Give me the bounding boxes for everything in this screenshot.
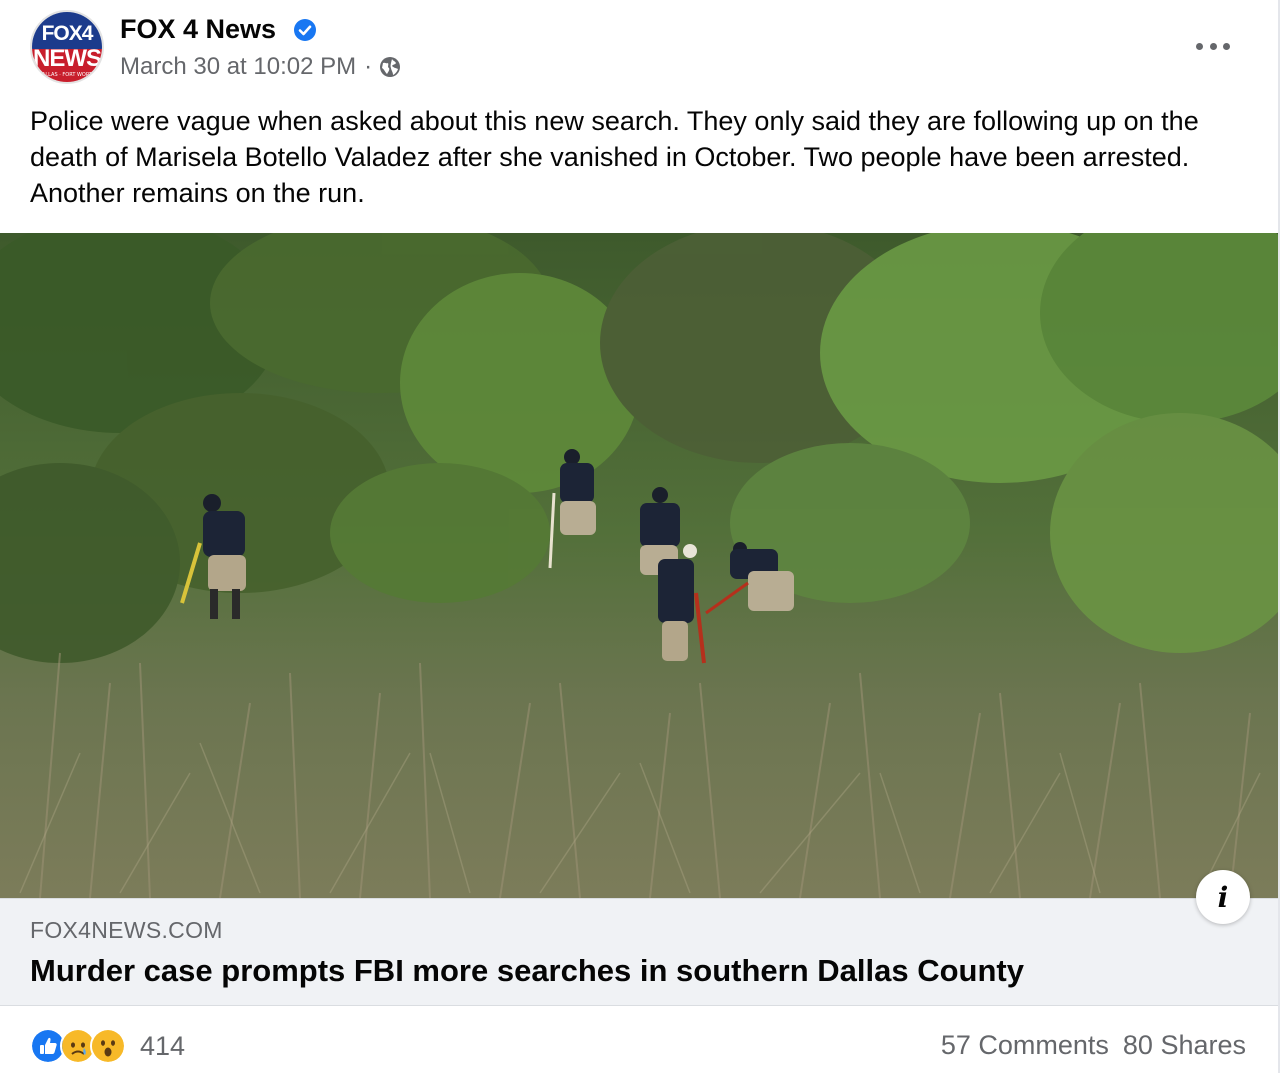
comments-count-link[interactable]: 57 Comments: [941, 1030, 1109, 1060]
link-domain: FOX4NEWS.COM: [30, 917, 223, 943]
post-text: Police were vague when asked about this …: [30, 106, 1199, 208]
link-preview-image[interactable]: [0, 233, 1278, 898]
link-title[interactable]: Murder case prompts FBI more searches in…: [30, 953, 1024, 989]
reactions-summary[interactable]: 414: [30, 1027, 185, 1065]
more-options-icon[interactable]: [1196, 36, 1230, 56]
facebook-post: FOX4 NEWS DALLAS · FORT WORTH FOX 4 News…: [0, 0, 1280, 1073]
avatar-line2: NEWS: [33, 45, 102, 72]
post-meta: March 30 at 10:02 PM ·: [120, 53, 402, 81]
globe-icon[interactable]: [378, 55, 402, 79]
meta-separator: ·: [364, 53, 373, 80]
avatar-line1: FOX4: [41, 22, 94, 45]
page-name-link[interactable]: FOX 4 News: [120, 14, 276, 45]
page-avatar[interactable]: FOX4 NEWS DALLAS · FORT WORTH: [30, 10, 104, 84]
engagement-stats: 57 Comments 80 Shares: [941, 1030, 1246, 1061]
verified-badge-icon: [294, 19, 316, 41]
reaction-count[interactable]: 414: [140, 1031, 185, 1062]
post-timestamp[interactable]: March 30 at 10:02 PM: [120, 53, 356, 81]
avatar-line3: DALLAS · FORT WORTH: [38, 72, 96, 78]
info-icon[interactable]: i: [1196, 870, 1250, 924]
search-scene-photo: [0, 233, 1278, 898]
wow-icon: [90, 1028, 126, 1064]
shares-count-link[interactable]: 80 Shares: [1123, 1030, 1246, 1060]
link-preview[interactable]: FOX4NEWS.COM Murder case prompts FBI mor…: [0, 898, 1278, 1006]
